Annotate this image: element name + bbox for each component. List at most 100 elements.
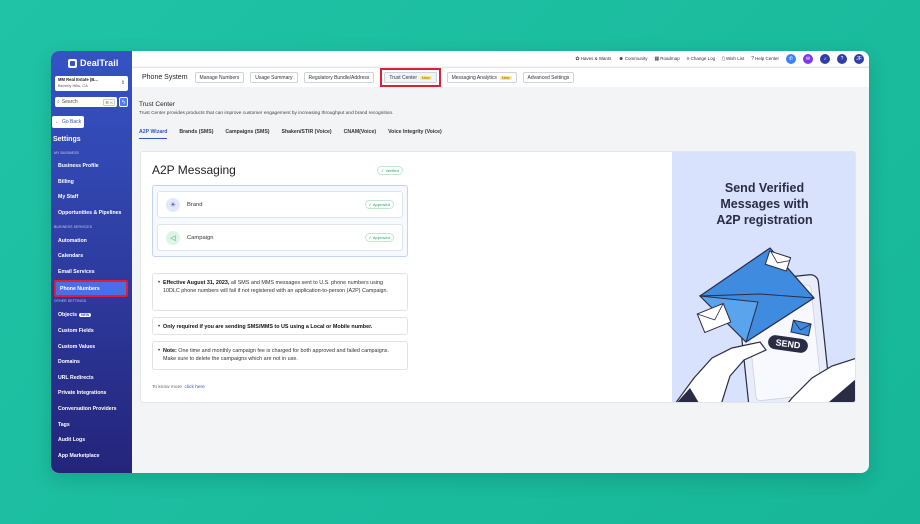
help-center-label: Help Center (754, 56, 779, 61)
top-bar: ✿ Haves & Wants ☻ Community ▦ Roadmap ≡ Chan… (132, 51, 869, 66)
sidebar-item-business-profile[interactable]: Business Profile (58, 163, 99, 169)
go-back-button[interactable]: ← Go Back (52, 116, 85, 128)
bolt-icon: ϟ (121, 100, 126, 106)
sidebar-item-email-services[interactable]: Email Services (58, 269, 95, 275)
illustration-title-line: Messages with (720, 197, 809, 211)
verified-badge: ✓ Verified (377, 166, 403, 175)
phone-system-title: Phone System (142, 74, 188, 81)
tab-cnam[interactable]: CNAM(Voice) (344, 129, 376, 139)
haves-wants-link[interactable]: ✿ Haves & Wants (575, 56, 611, 62)
sidebar-item-phone-numbers[interactable]: Phone Numbers (54, 280, 128, 297)
sidebar: DealTrail MM Real Estate (B... Beverly H… (51, 51, 132, 473)
notice-bold: Only required if you are sending SMS/MMS… (163, 324, 373, 330)
notice-fee: Note: One time and monthly campaign fee … (152, 341, 408, 370)
section-other-settings: OTHER SETTINGS (54, 299, 87, 303)
change-log-link[interactable]: ≡ Change Log (687, 56, 715, 62)
megaphone-icon[interactable]: ✉ (803, 53, 813, 64)
sidebar-item-url-redirects[interactable]: URL Redirects (58, 375, 94, 381)
sidebar-item-tags[interactable]: Tags (58, 422, 70, 428)
account-switcher[interactable]: MM Real Estate (B... Beverly Hills, CA ⇕ (55, 76, 128, 91)
status-label: Approved (372, 235, 390, 240)
logo-icon (68, 58, 77, 68)
section-my-business: MY BUSINESS (54, 151, 79, 155)
notice-bold: Effective August 31, 2023, (163, 280, 230, 286)
sidebar-item-objects[interactable]: Objects NEW (58, 312, 92, 318)
sidebar-item-automation[interactable]: Automation (58, 238, 87, 244)
brand-label: Brand (187, 201, 203, 208)
tab-voice-integrity[interactable]: Voice Integrity (Voice) (388, 129, 442, 139)
community-icon: ☻ (618, 55, 624, 62)
wish-list-label: Wish List (725, 56, 745, 61)
sidebar-item-app-marketplace[interactable]: App Marketplace (58, 453, 100, 459)
phone-system-nav: Phone System Manage Numbers Usage Summar… (132, 67, 869, 87)
help-icon[interactable]: ? (837, 53, 847, 64)
sidebar-item-phone-numbers-label: Phone Numbers (60, 286, 100, 292)
brand-row[interactable]: ☀ Brand ✓ Approved (157, 191, 403, 218)
sidebar-item-billing[interactable]: Billing (58, 179, 74, 185)
status-label: Approved (372, 202, 390, 207)
chevron-updown-icon: ⇕ (120, 80, 125, 86)
tab-a2p-wizard[interactable]: A2P Wizard (139, 129, 168, 139)
trust-center-highlight: Trust Center New (380, 68, 441, 87)
messaging-analytics-label: Messaging Analytics (451, 74, 497, 81)
wish-list-link[interactable]: ▯ Wish List (722, 56, 744, 62)
brand-logo[interactable]: DealTrail (68, 58, 118, 68)
notice-required: Only required if you are sending SMS/MMS… (152, 317, 408, 335)
messaging-analytics-button[interactable]: Messaging Analytics New (446, 72, 517, 83)
settings-title: Settings (53, 136, 81, 143)
usage-summary-button[interactable]: Usage Summary (250, 72, 298, 83)
lightbulb-icon: ☀ (166, 197, 180, 212)
trust-center-button[interactable]: Trust Center New (384, 72, 437, 83)
sidebar-item-domains[interactable]: Domains (58, 359, 80, 365)
roadmap-link[interactable]: ▦ Roadmap (654, 56, 679, 62)
campaign-row[interactable]: ◁ Campaign ✓ Approved (157, 224, 403, 251)
bell-icon[interactable]: ♪ (820, 53, 830, 64)
bookmark-icon: ▯ (722, 55, 725, 62)
haves-wants-label: Haves & Wants (580, 56, 612, 61)
sidebar-item-audit-logs[interactable]: Audit Logs (58, 437, 85, 443)
sidebar-item-custom-values[interactable]: Custom Values (58, 344, 95, 350)
a2p-status-box: ☀ Brand ✓ Approved ◁ Campaign ✓ Approved (152, 185, 408, 257)
brand-name: DealTrail (80, 58, 119, 68)
page-description: Trust Center provides products that can … (139, 111, 394, 116)
status-badge: ✓ Approved (364, 200, 394, 209)
sidebar-item-opportunities[interactable]: Opportunities & Pipelines (58, 210, 121, 216)
regulatory-bundle-button[interactable]: Regulatory Bundle/Address (303, 72, 375, 83)
sidebar-item-private-integrations[interactable]: Private Integrations (58, 390, 106, 396)
community-link[interactable]: ☻ Community (618, 56, 647, 62)
sidebar-item-custom-fields[interactable]: Custom Fields (58, 328, 94, 334)
quick-action-button[interactable]: ϟ (119, 97, 128, 107)
help-center-link[interactable]: ? Help Center (751, 56, 779, 62)
verified-label: Verified (385, 168, 399, 173)
know-more: To know more click here (152, 385, 205, 390)
manage-numbers-button[interactable]: Manage Numbers (194, 72, 245, 83)
a2p-title: A2P Messaging (152, 163, 236, 177)
sidebar-item-calendars[interactable]: Calendars (58, 253, 83, 259)
avatar[interactable]: JF (854, 53, 864, 64)
section-business-services: BUSINESS SERVICES (54, 225, 93, 229)
tab-brands-sms[interactable]: Brands (SMS) (179, 129, 213, 139)
notice-bold: Note: (163, 348, 177, 354)
account-location: Beverly Hills, CA (58, 83, 88, 88)
trust-center-tabs: A2P Wizard Brands (SMS) Campaigns (SMS) … (139, 129, 442, 139)
tab-shaken-stir[interactable]: Shaken/STIR (Voice) (282, 129, 332, 139)
status-badge: ✓ Approved (364, 233, 394, 242)
search-input[interactable]: ⌕ Search ⌘ K (55, 97, 117, 107)
search-icon: ⌕ (57, 99, 60, 105)
new-badge: New (499, 75, 512, 80)
illustration-title: Send Verified Messages with A2P registra… (672, 180, 855, 228)
click-here-link[interactable]: click here (185, 385, 205, 390)
page-title: Trust Center (139, 101, 175, 108)
a2p-card: A2P Messaging ✓ Verified ☀ Brand ✓ Appro… (140, 151, 856, 403)
tab-campaigns-sms[interactable]: Campaigns (SMS) (225, 129, 269, 139)
phone-icon[interactable]: ✆ (786, 53, 796, 64)
sidebar-item-my-staff[interactable]: My Staff (58, 194, 78, 200)
sidebar-item-conversation-providers[interactable]: Conversation Providers (58, 406, 117, 412)
advanced-settings-button[interactable]: Advanced Settings (522, 72, 575, 83)
new-badge: New (420, 75, 432, 80)
notice-text: One time and monthly campaign fee is cha… (163, 348, 389, 362)
list-icon: ≡ (686, 55, 690, 62)
app-window: DealTrail MM Real Estate (B... Beverly H… (51, 51, 869, 473)
map-icon: ▦ (654, 55, 660, 62)
trust-center-label: Trust Center (389, 74, 417, 81)
